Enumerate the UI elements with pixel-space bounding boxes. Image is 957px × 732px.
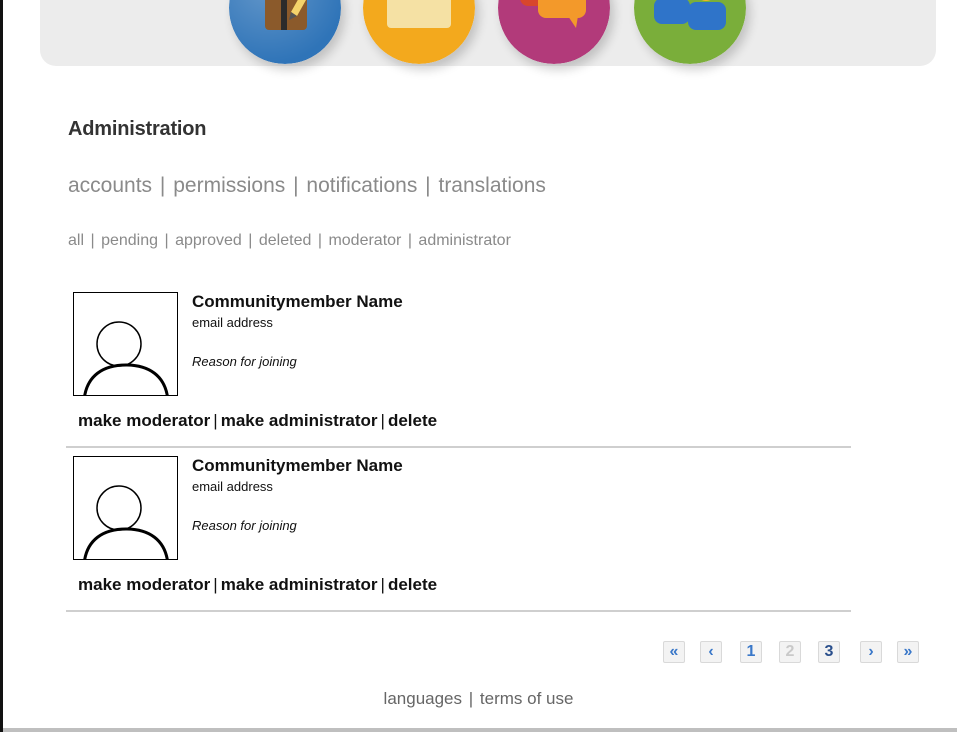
first-page-button[interactable]: « — [663, 641, 685, 663]
make-administrator-link[interactable]: make administrator — [221, 411, 378, 430]
folder-icon[interactable] — [363, 0, 475, 64]
user-placeholder-icon — [83, 485, 169, 559]
next-page-button[interactable]: › — [860, 641, 882, 663]
make-moderator-link[interactable]: make moderator — [78, 575, 210, 594]
delete-link[interactable]: delete — [388, 575, 437, 594]
filter-approved[interactable]: approved — [175, 232, 242, 249]
separator: | — [293, 174, 299, 197]
footer: languages | terms of use — [0, 689, 957, 709]
separator: | — [164, 232, 169, 249]
delete-link[interactable]: delete — [388, 411, 437, 430]
avatar — [73, 456, 178, 560]
avatar — [73, 292, 178, 396]
user-placeholder-icon — [83, 321, 169, 395]
separator: | — [425, 174, 431, 197]
filter-all[interactable]: all — [68, 232, 84, 249]
filter-moderator[interactable]: moderator — [328, 232, 401, 249]
filter-pending[interactable]: pending — [101, 232, 158, 249]
left-border — [0, 0, 3, 732]
member-email: email address — [192, 315, 273, 330]
page-2-button: 2 — [779, 641, 801, 663]
separator: | — [380, 575, 385, 594]
make-administrator-link[interactable]: make administrator — [221, 575, 378, 594]
chat-bubbles-icon[interactable] — [498, 0, 610, 64]
filter-administrator[interactable]: administrator — [418, 232, 510, 249]
pagination: « ‹ 1 2 3 › » — [0, 641, 957, 665]
filter-deleted[interactable]: deleted — [259, 232, 312, 249]
make-moderator-link[interactable]: make moderator — [78, 411, 210, 430]
member-item: Communitymember Name email address Reaso… — [66, 456, 851, 612]
page-3-button[interactable]: 3 — [818, 641, 840, 663]
bottom-border — [3, 728, 957, 732]
nav-translations[interactable]: translations — [438, 174, 545, 197]
separator: | — [248, 232, 253, 249]
separator: | — [407, 232, 412, 249]
last-page-button[interactable]: » — [897, 641, 919, 663]
separator: | — [213, 411, 218, 430]
member-email: email address — [192, 479, 273, 494]
filter-nav: all | pending | approved | deleted | mod… — [68, 232, 511, 250]
people-icon[interactable] — [634, 0, 746, 64]
member-reason: Reason for joining — [192, 518, 297, 533]
member-item: Communitymember Name email address Reaso… — [66, 292, 851, 448]
terms-of-use-link[interactable]: terms of use — [480, 689, 574, 708]
separator: | — [468, 689, 474, 708]
member-name: Communitymember Name — [192, 456, 403, 475]
member-actions: make moderator | make administrator | delete — [78, 411, 437, 431]
nav-notifications[interactable]: notifications — [306, 174, 417, 197]
nav-accounts[interactable]: accounts — [68, 174, 152, 197]
member-reason: Reason for joining — [192, 354, 297, 369]
journal-icon[interactable] — [229, 0, 341, 64]
separator: | — [213, 575, 218, 594]
top-nav-bar — [40, 0, 936, 66]
separator: | — [317, 232, 322, 249]
page-1-button[interactable]: 1 — [740, 641, 762, 663]
nav-permissions[interactable]: permissions — [173, 174, 285, 197]
separator: | — [380, 411, 385, 430]
page-title: Administration — [68, 118, 207, 140]
main-nav: accounts | permissions | notifications |… — [68, 174, 546, 198]
languages-link[interactable]: languages — [384, 689, 462, 708]
separator: | — [159, 174, 166, 197]
member-name: Communitymember Name — [192, 292, 403, 311]
member-actions: make moderator | make administrator | delete — [78, 575, 437, 595]
separator: | — [90, 232, 95, 249]
prev-page-button[interactable]: ‹ — [700, 641, 722, 663]
